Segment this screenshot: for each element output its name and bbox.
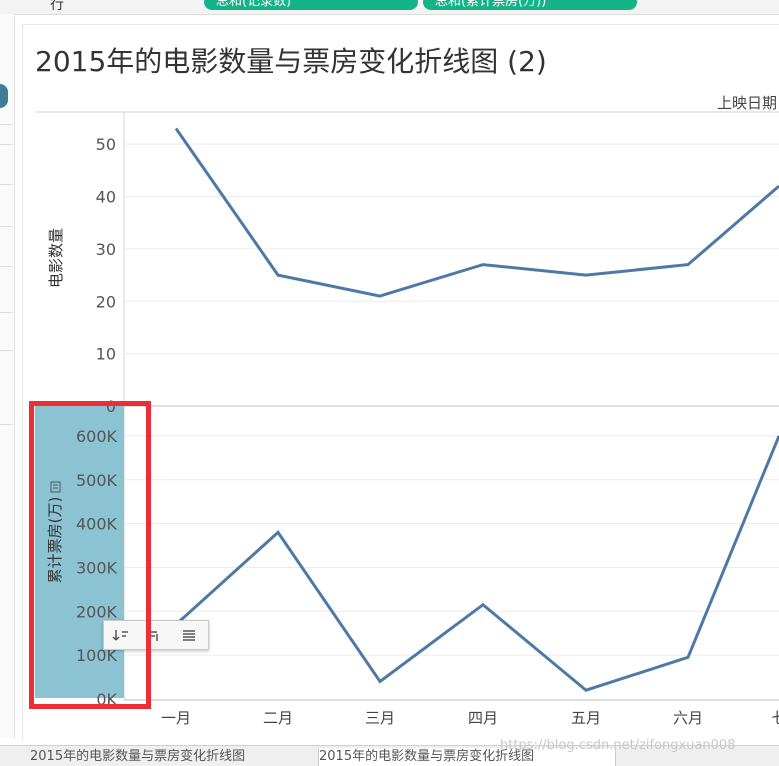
watermark: https://blog.csdn.net/zifongxuan008 <box>500 738 736 753</box>
x-tick-label: 七 <box>771 709 779 727</box>
sort-menu-icon[interactable] <box>178 625 200 645</box>
y-ticks-top: 01020304050 <box>96 135 116 416</box>
x-tick-label: 六月 <box>673 709 703 727</box>
x-tick-label: 一月 <box>161 709 191 727</box>
y-axis-title-top[interactable]: 电影数量 <box>47 228 65 288</box>
series-line-box-office[interactable] <box>174 435 779 692</box>
x-tick-label: 四月 <box>468 709 498 727</box>
grid-bottom <box>124 435 779 656</box>
y-tick-label: 30 <box>96 240 116 259</box>
sheet-tab[interactable]: 2015年的电影数量与票房变化折线图 <box>30 748 310 766</box>
y-tick-label: 40 <box>96 188 116 207</box>
x-tick-label: 三月 <box>365 709 395 727</box>
series-line-movie-count[interactable] <box>174 127 779 298</box>
y-tick-label: 10 <box>96 345 116 364</box>
y-tick-label: 50 <box>96 135 116 154</box>
x-ticks: 一月 二月 三月 四月 五月 六月 七 <box>161 709 779 727</box>
x-tick-label: 五月 <box>571 709 601 727</box>
y-tick-label: 20 <box>96 292 116 311</box>
grid-top <box>124 143 779 355</box>
x-tick-label: 二月 <box>263 709 293 727</box>
annotation-highlight-box <box>29 401 151 709</box>
